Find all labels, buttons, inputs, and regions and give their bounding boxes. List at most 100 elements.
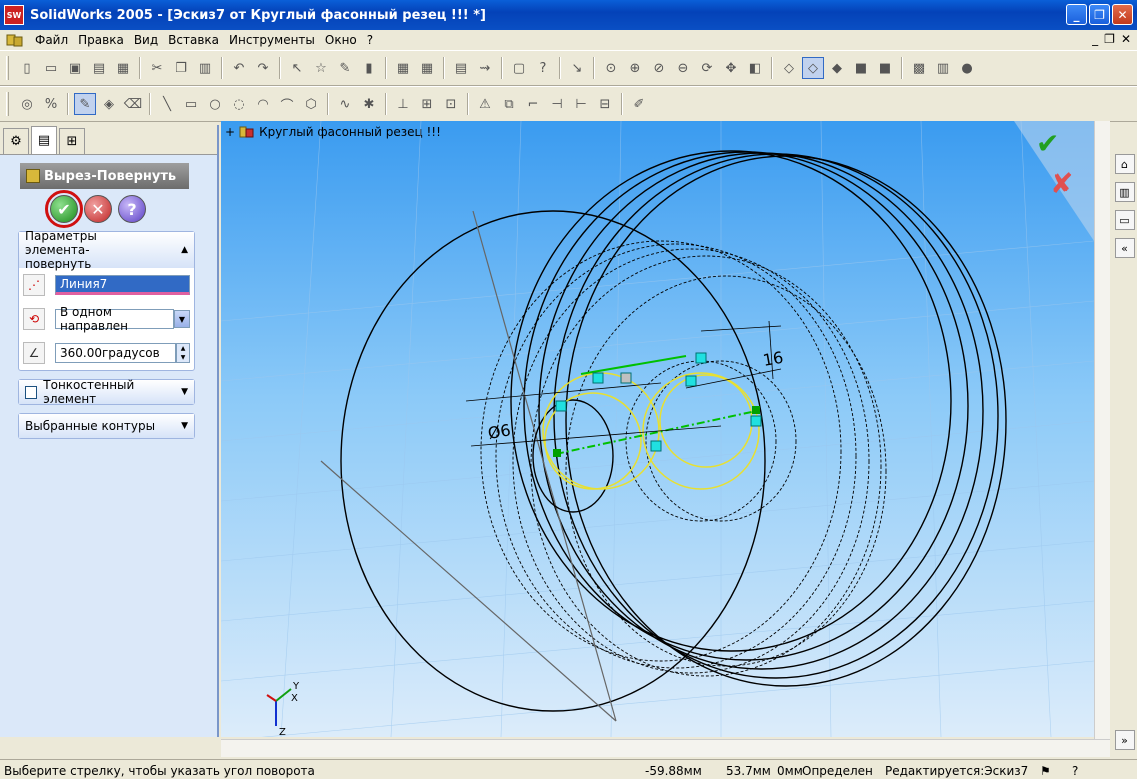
document-icon[interactable]	[6, 32, 24, 48]
add-relation-icon[interactable]: ⊥	[392, 93, 414, 115]
three-point-arc-icon[interactable]: ⌒	[276, 93, 298, 115]
thin-feature-checkbox[interactable]	[25, 385, 38, 399]
measure-icon[interactable]: ⇝	[474, 57, 496, 79]
sketch-view-icon[interactable]: ◎	[16, 93, 38, 115]
help-status-icon[interactable]: ?	[1072, 764, 1078, 778]
redo-icon[interactable]: ↷	[252, 57, 274, 79]
angle-field[interactable]: 360.00градусов	[55, 343, 176, 363]
copy-icon[interactable]: ❐	[170, 57, 192, 79]
minimize-button[interactable]: _	[1066, 4, 1087, 25]
axis-field[interactable]: Линия7	[55, 275, 190, 295]
repair-sketch-icon[interactable]: ✐	[628, 93, 650, 115]
sketch-icon[interactable]: ✎	[334, 57, 356, 79]
section-view-icon[interactable]: ▥	[932, 57, 954, 79]
undo-icon[interactable]: ↶	[228, 57, 250, 79]
save-icon[interactable]: ▣	[64, 57, 86, 79]
confirm-cancel-icon[interactable]: ✘	[1050, 167, 1073, 200]
options-icon[interactable]: ▦	[392, 57, 414, 79]
revolve-parameters-header[interactable]: Параметры элемента-повернуть ▲	[19, 229, 194, 271]
toolbar-grip[interactable]	[6, 56, 9, 80]
library-icon[interactable]: ▥	[1114, 182, 1135, 202]
zoom-fit-icon[interactable]: ⊙	[600, 57, 622, 79]
expand-arrow-icon[interactable]: ▼	[181, 385, 188, 399]
extend-icon[interactable]: ⊢	[570, 93, 592, 115]
zoom-area-icon[interactable]: ⊕	[624, 57, 646, 79]
confirm-check-icon[interactable]: ✔	[1036, 127, 1059, 160]
tangent-arc-icon[interactable]: ◠	[252, 93, 274, 115]
select-icon[interactable]: ↖	[286, 57, 308, 79]
move-icon[interactable]: ⊟	[594, 93, 616, 115]
shadows-icon[interactable]: ▩	[908, 57, 930, 79]
view-orientation-icon[interactable]: ◧	[744, 57, 766, 79]
horizontal-scrollbar[interactable]	[221, 739, 1110, 757]
expand-task-pane-icon[interactable]: »	[1114, 730, 1135, 750]
vertical-scrollbar[interactable]	[1094, 121, 1110, 741]
menu-tools[interactable]: Инструменты	[224, 33, 320, 47]
centerline-icon[interactable]: ⊡	[440, 93, 462, 115]
help-button[interactable]: ?	[118, 195, 146, 223]
mdi-minimize-button[interactable]: _	[1092, 32, 1098, 46]
menu-window[interactable]: Окно	[320, 33, 362, 47]
exit-sketch-icon[interactable]: ⌫	[122, 93, 144, 115]
properties-icon[interactable]: ▤	[450, 57, 472, 79]
expand-arrow-icon[interactable]: ▼	[181, 419, 188, 433]
angle-spinner[interactable]: ▲ ▼	[176, 343, 190, 363]
offset-icon[interactable]: ⧉	[498, 93, 520, 115]
select-filter-icon[interactable]: ☆	[310, 57, 332, 79]
dimension-icon[interactable]: %	[40, 93, 62, 115]
mirror-icon[interactable]: ⚠	[474, 93, 496, 115]
dimension-right[interactable]: 16	[761, 348, 784, 370]
pan-icon[interactable]: ✥	[720, 57, 742, 79]
polygon-icon[interactable]: ⬡	[300, 93, 322, 115]
mdi-close-button[interactable]: ✕	[1121, 32, 1131, 46]
hidden-lines-visible-icon[interactable]: ◇	[802, 57, 824, 79]
mdi-restore-button[interactable]: ❐	[1104, 32, 1115, 46]
print-icon[interactable]: ▤	[88, 57, 110, 79]
rectangle-icon[interactable]: ▭	[180, 93, 202, 115]
configuration-manager-tab[interactable]: ⊞	[59, 128, 85, 154]
feature-manager-tab[interactable]: ⚙	[3, 128, 29, 154]
shaded-icon[interactable]: ■	[874, 57, 896, 79]
new-icon[interactable]: ▯	[16, 57, 38, 79]
spline-icon[interactable]: ∿	[334, 93, 356, 115]
shaded-edges-icon[interactable]: ■	[850, 57, 872, 79]
direction-select[interactable]: В одном направлен	[55, 305, 174, 333]
zoom-in-out-icon[interactable]: ⊘	[648, 57, 670, 79]
collapse-task-pane-icon[interactable]: «	[1114, 238, 1135, 258]
toolbar-icon[interactable]: ▢	[508, 57, 530, 79]
open-icon[interactable]: ▭	[40, 57, 62, 79]
zoom-selection-icon[interactable]: ⊖	[672, 57, 694, 79]
menu-view[interactable]: Вид	[129, 33, 163, 47]
wireframe-icon[interactable]: ◇	[778, 57, 800, 79]
menu-help[interactable]: ?	[362, 33, 378, 47]
property-manager-tab[interactable]: ▤	[31, 126, 57, 154]
snap-icon[interactable]: ↘	[566, 57, 588, 79]
line-icon[interactable]: ╲	[156, 93, 178, 115]
home-icon[interactable]: ⌂	[1114, 154, 1135, 174]
toolbar-grip[interactable]	[6, 92, 9, 116]
convert-entities-icon[interactable]: ⌐	[522, 93, 544, 115]
cut-icon[interactable]: ✂	[146, 57, 168, 79]
rebuild-icon[interactable]: ▮	[358, 57, 380, 79]
collapse-arrow-icon[interactable]: ▲	[181, 243, 188, 257]
circle-icon[interactable]: ○	[204, 93, 226, 115]
smart-dimension-icon[interactable]: ◈	[98, 93, 120, 115]
solidworks-app-icon[interactable]: SW	[4, 5, 24, 25]
close-button[interactable]: ✕	[1112, 4, 1133, 25]
menu-edit[interactable]: Правка	[73, 33, 129, 47]
paste-icon[interactable]: ▥	[194, 57, 216, 79]
folder-icon[interactable]: ▭	[1114, 210, 1135, 230]
menu-insert[interactable]: Вставка	[163, 33, 224, 47]
point-icon[interactable]: ✱	[358, 93, 380, 115]
help-icon[interactable]: ?	[532, 57, 554, 79]
maximize-button[interactable]: ❐	[1089, 4, 1110, 25]
centerpoint-arc-icon[interactable]: ◌	[228, 93, 250, 115]
edit-sketch-icon[interactable]: ✎	[74, 93, 96, 115]
hidden-lines-removed-icon[interactable]: ◆	[826, 57, 848, 79]
grid-icon[interactable]: ▦	[416, 57, 438, 79]
reverse-direction-icon[interactable]: ⟲	[23, 308, 45, 330]
display-relations-icon[interactable]: ⊞	[416, 93, 438, 115]
dimension-left[interactable]: Ø6	[486, 420, 512, 443]
ok-button[interactable]: ✔	[45, 190, 83, 228]
trim-icon[interactable]: ⊣	[546, 93, 568, 115]
